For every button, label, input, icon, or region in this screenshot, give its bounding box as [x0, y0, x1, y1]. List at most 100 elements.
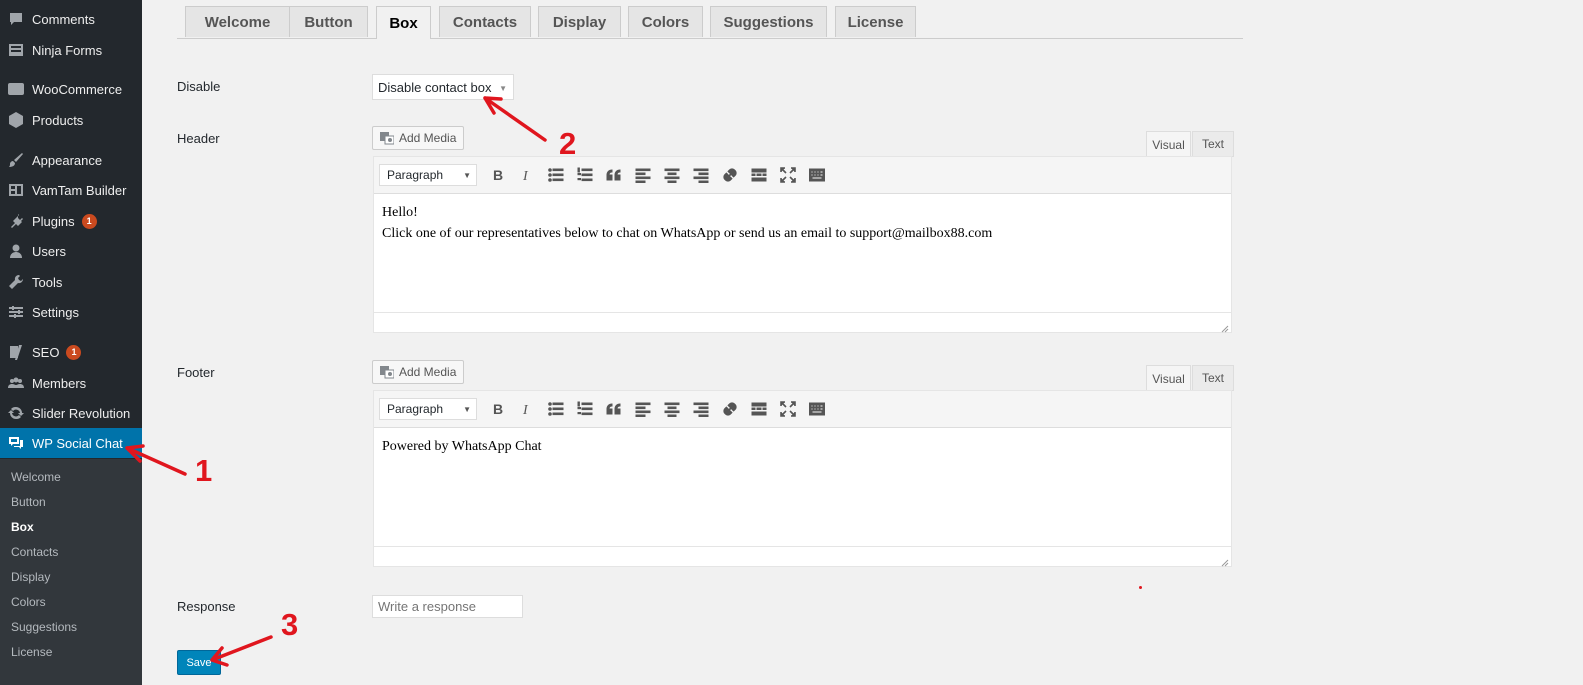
menu-item-label: Slider Revolution [32, 405, 131, 421]
read-more-icon[interactable] [744, 395, 773, 423]
menu-item-slider-revolution[interactable]: Slider Revolution [0, 398, 142, 428]
toolbar-toggle-icon[interactable] [802, 161, 831, 189]
wrench-icon [8, 274, 24, 290]
submenu-item-license[interactable]: License [11, 645, 52, 659]
format-select[interactable]: Paragraph ▼ [379, 398, 477, 420]
submenu-item-colors[interactable]: Colors [11, 595, 46, 609]
read-more-icon[interactable] [744, 161, 773, 189]
submenu-item-button[interactable]: Button [11, 495, 46, 509]
svg-text:B: B [493, 401, 503, 417]
menu-item-seo[interactable]: SEO 1 [0, 337, 142, 367]
menu-item-label: Products [32, 112, 84, 128]
footer-add-media-button[interactable]: Add Media [372, 360, 464, 384]
fullscreen-icon[interactable] [773, 161, 802, 189]
link-icon[interactable] [715, 395, 744, 423]
disable-select[interactable]: Disable contact box ▼ [372, 74, 514, 100]
align-left-icon[interactable] [628, 395, 657, 423]
resize-handle-icon[interactable] [1220, 555, 1229, 567]
response-input[interactable] [372, 595, 523, 618]
menu-item-label: Ninja Forms [32, 42, 103, 58]
refresh-icon [8, 405, 24, 421]
toolbar-toggle-icon[interactable] [802, 395, 831, 423]
menu-item-tools[interactable]: Tools [0, 267, 142, 297]
menu-item-wp-social-chat[interactable]: WP Social Chat [0, 428, 142, 458]
settings-tabs: Welcome Button Box Contacts Display Colo… [177, 0, 1243, 39]
header-content-area[interactable]: Hello! Click one of our representatives … [374, 194, 1231, 252]
update-count-badge: 1 [81, 213, 97, 229]
menu-item-woocommerce[interactable]: WooCommerce [0, 74, 142, 104]
italic-icon[interactable]: I [512, 161, 541, 189]
italic-icon[interactable]: I [512, 395, 541, 423]
bold-icon[interactable]: B [483, 161, 512, 189]
tab-welcome[interactable]: Welcome [185, 6, 290, 37]
format-select-value: Paragraph [387, 168, 444, 182]
resize-handle-icon[interactable] [1220, 321, 1229, 333]
align-center-icon[interactable] [657, 161, 686, 189]
woocommerce-icon [8, 81, 24, 97]
menu-item-products[interactable]: Products [0, 105, 142, 135]
menu-item-label: WP Social Chat [32, 435, 123, 451]
tab-box[interactable]: Box [376, 6, 431, 39]
header-label: Header [177, 131, 220, 146]
content-line: Hello! [382, 205, 418, 220]
submenu-item-contacts[interactable]: Contacts [11, 545, 58, 559]
format-select[interactable]: Paragraph ▼ [379, 164, 477, 186]
stray-dot [1139, 586, 1142, 589]
menu-item-vamtam-builder[interactable]: VamTam Builder [0, 175, 142, 205]
link-icon[interactable] [715, 161, 744, 189]
tab-license[interactable]: License [835, 6, 916, 37]
tab-display[interactable]: Display [538, 6, 621, 37]
disable-select-value: Disable contact box [378, 79, 492, 95]
save-button[interactable]: Save [177, 650, 221, 675]
submenu-item-suggestions[interactable]: Suggestions [11, 620, 77, 634]
menu-item-plugins[interactable]: Plugins 1 [0, 206, 142, 236]
menu-item-ninja-forms[interactable]: Ninja Forms [0, 35, 142, 65]
add-media-label: Add Media [399, 365, 457, 379]
brush-icon [8, 152, 24, 168]
align-right-icon[interactable] [686, 395, 715, 423]
chat-icon [8, 435, 24, 451]
arrow-2 [483, 96, 547, 142]
svg-text:I: I [522, 169, 529, 183]
menu-item-label: Settings [32, 304, 79, 320]
annotation-2: 2 [559, 126, 577, 161]
header-add-media-button[interactable]: Add Media [372, 126, 464, 150]
align-left-icon[interactable] [628, 161, 657, 189]
menu-item-appearance[interactable]: Appearance [0, 145, 142, 175]
blockquote-icon[interactable] [599, 161, 628, 189]
annotation-3: 3 [281, 607, 299, 642]
footer-text-tab[interactable]: Text [1192, 365, 1234, 391]
user-icon [8, 243, 24, 259]
tab-suggestions[interactable]: Suggestions [710, 6, 827, 37]
menu-item-label: Appearance [32, 152, 103, 168]
header-text-tab[interactable]: Text [1192, 131, 1234, 157]
blockquote-icon[interactable] [599, 395, 628, 423]
tab-colors[interactable]: Colors [628, 6, 703, 37]
plug-icon [8, 213, 24, 229]
bold-icon[interactable]: B [483, 395, 512, 423]
tab-contacts[interactable]: Contacts [439, 6, 531, 37]
submenu-item-display[interactable]: Display [11, 570, 50, 584]
tab-button[interactable]: Button [289, 6, 368, 37]
submenu-item-welcome[interactable]: Welcome [11, 470, 61, 484]
numbered-list-icon[interactable] [570, 395, 599, 423]
disable-label: Disable [177, 79, 221, 94]
align-center-icon[interactable] [657, 395, 686, 423]
menu-item-members[interactable]: Members [0, 368, 142, 398]
footer-content-area[interactable]: Powered by WhatsApp Chat [374, 428, 1231, 465]
menu-item-users[interactable]: Users [0, 236, 142, 266]
header-editor: Paragraph ▼ B I Hello! Click one of our … [373, 156, 1232, 333]
numbered-list-icon[interactable] [570, 161, 599, 189]
admin-sidebar: Comments Ninja Forms WooCommerce Product… [0, 0, 142, 685]
menu-item-comments[interactable]: Comments [0, 4, 142, 34]
menu-item-settings[interactable]: Settings [0, 297, 142, 327]
footer-visual-tab[interactable]: Visual [1146, 365, 1191, 391]
bullet-list-icon[interactable] [541, 395, 570, 423]
fullscreen-icon[interactable] [773, 395, 802, 423]
header-visual-tab[interactable]: Visual [1146, 131, 1191, 157]
align-right-icon[interactable] [686, 161, 715, 189]
bullet-list-icon[interactable] [541, 161, 570, 189]
menu-item-label: WooCommerce [32, 81, 123, 97]
footer-label: Footer [177, 365, 215, 380]
submenu-item-box[interactable]: Box [11, 520, 34, 534]
